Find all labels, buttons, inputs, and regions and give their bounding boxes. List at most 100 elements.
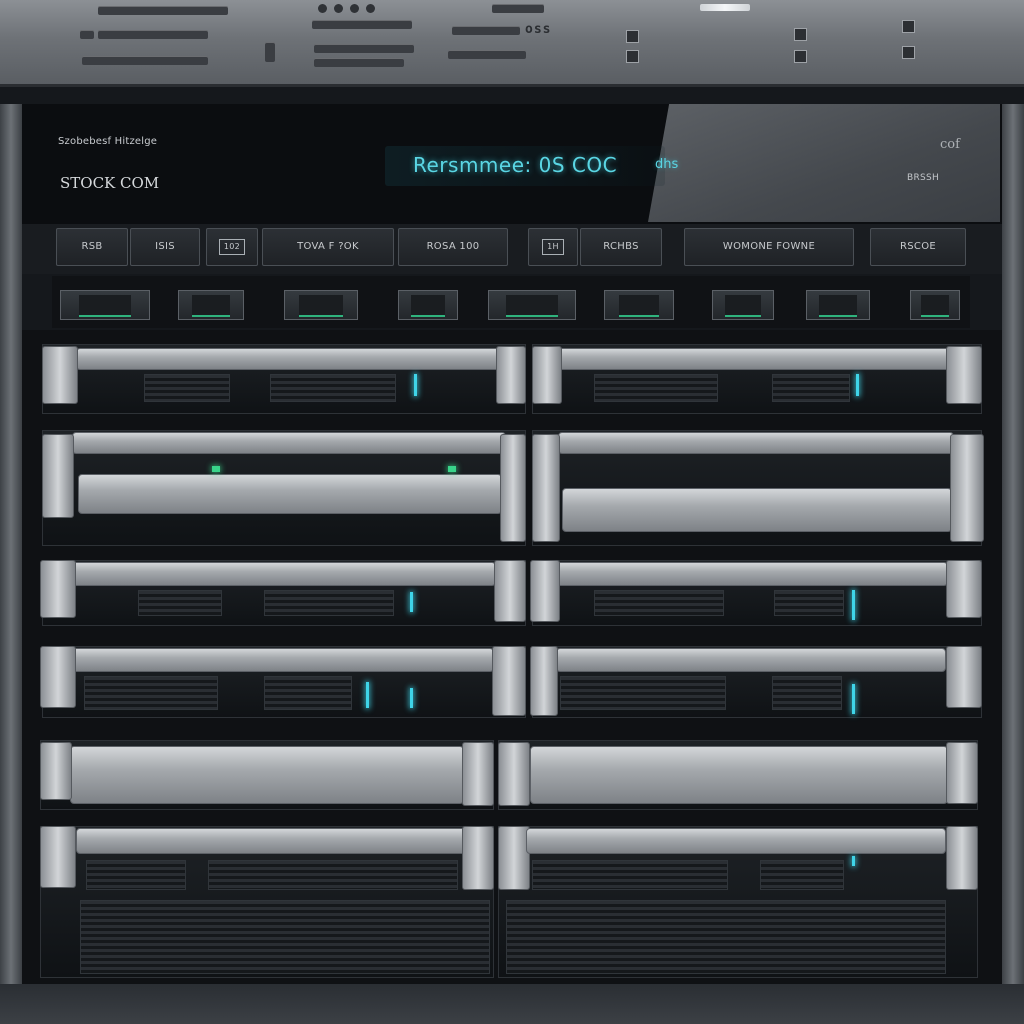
plate-switch (626, 50, 639, 63)
drive-handle[interactable] (72, 562, 496, 586)
drive-latch[interactable] (494, 560, 526, 622)
drive-activity-led (852, 856, 855, 866)
drive-handle[interactable] (558, 432, 954, 454)
panel-label-boxed: 102 (218, 239, 246, 255)
drive-handle[interactable] (526, 828, 946, 854)
drive-latch[interactable] (946, 742, 978, 804)
drive-handle[interactable] (558, 348, 950, 370)
drive-vent (264, 590, 394, 616)
plate-marking (448, 50, 526, 59)
network-port[interactable] (712, 290, 774, 320)
network-port[interactable] (806, 290, 870, 320)
display-side-panel (648, 104, 1000, 222)
drive-latch[interactable] (532, 434, 560, 542)
drive-latch[interactable] (462, 826, 494, 890)
drive-activity-led (414, 374, 417, 396)
drive-vent (594, 374, 718, 402)
plate-marking (314, 44, 414, 53)
panel-label: 1H (528, 228, 578, 266)
display-brand-small: Szobebesf Hitzelge (58, 136, 158, 147)
drive-blank-panel[interactable] (70, 746, 464, 804)
drive-latch[interactable] (946, 646, 982, 708)
panel-label: RSCOE (870, 228, 966, 266)
drive-activity-led (852, 684, 855, 714)
drive-handle[interactable] (556, 562, 948, 586)
drive-latch[interactable] (40, 742, 72, 800)
panel-label: ISIS (130, 228, 200, 266)
drive-status-led (212, 466, 220, 472)
drive-activity-led (856, 374, 859, 396)
drive-handle[interactable] (72, 432, 506, 454)
panel-label-boxed: 1H (542, 239, 564, 255)
plate-marking (265, 42, 275, 62)
drive-vent (774, 590, 844, 616)
drive-latch[interactable] (42, 434, 74, 518)
drive-vent (80, 900, 490, 974)
display-code-right: cof (940, 137, 960, 152)
drive-latch[interactable] (492, 646, 526, 716)
drive-latch[interactable] (530, 560, 560, 622)
lcd-readout: Rersmmee: 0S COC (413, 153, 618, 177)
network-port[interactable] (60, 290, 150, 320)
lcd-readout-suffix: dhs (655, 157, 679, 172)
drive-latch[interactable] (40, 646, 76, 708)
panel-label: ROSA 100 (398, 228, 508, 266)
panel-label: RSB (56, 228, 128, 266)
drive-vent (772, 676, 842, 710)
network-port[interactable] (398, 290, 458, 320)
drive-vent (532, 860, 728, 890)
panel-label: 102 (206, 228, 258, 266)
plate-code-text: oss (525, 22, 552, 37)
plate-switch (902, 46, 915, 59)
drive-latch[interactable] (532, 346, 562, 404)
drive-latch[interactable] (946, 346, 982, 404)
plate-marking (82, 56, 208, 65)
network-port[interactable] (604, 290, 674, 320)
drive-latch[interactable] (40, 560, 76, 618)
plate-screw (334, 4, 343, 13)
drive-vent (270, 374, 396, 402)
plate-marking (98, 6, 228, 15)
network-port[interactable] (284, 290, 358, 320)
left-rail (0, 104, 22, 984)
drive-vent (138, 590, 222, 616)
plate-screw (350, 4, 359, 13)
panel-label: RCHBS (580, 228, 662, 266)
drive-vent (84, 676, 218, 710)
drive-latch[interactable] (462, 742, 494, 806)
plate-screw (366, 4, 375, 13)
display-sub-right: BRSSH (907, 173, 940, 183)
drive-latch[interactable] (42, 346, 78, 404)
drive-latch[interactable] (496, 346, 526, 404)
plate-switch (794, 50, 807, 63)
plate-switch (902, 20, 915, 33)
drive-handle[interactable] (76, 348, 524, 370)
drive-handle[interactable] (76, 828, 466, 854)
drive-handle[interactable] (72, 648, 494, 672)
drive-latch[interactable] (530, 646, 558, 716)
plate-glare (700, 4, 750, 11)
display-brand-large: STOCK COM (60, 174, 160, 192)
drive-activity-led (366, 682, 369, 708)
drive-latch[interactable] (946, 560, 982, 618)
drive-blank-panel[interactable] (530, 746, 948, 804)
rack-base (0, 984, 1024, 1024)
drive-latch[interactable] (500, 434, 526, 542)
drive-latch[interactable] (498, 742, 530, 806)
network-port[interactable] (910, 290, 960, 320)
drive-latch[interactable] (950, 434, 984, 542)
plate-marking (452, 26, 520, 35)
plate-switch (626, 30, 639, 43)
drive-latch[interactable] (40, 826, 76, 888)
network-port[interactable] (178, 290, 244, 320)
plate-switch (794, 28, 807, 41)
drive-vent (264, 676, 352, 710)
drive-status-led (448, 466, 456, 472)
plate-marking (492, 4, 544, 13)
drive-handle[interactable] (562, 488, 952, 532)
drive-handle[interactable] (556, 648, 946, 672)
network-port[interactable] (488, 290, 576, 320)
panel-label: WOMONE FOWNE (684, 228, 854, 266)
drive-handle[interactable] (78, 474, 502, 514)
drive-latch[interactable] (946, 826, 978, 890)
